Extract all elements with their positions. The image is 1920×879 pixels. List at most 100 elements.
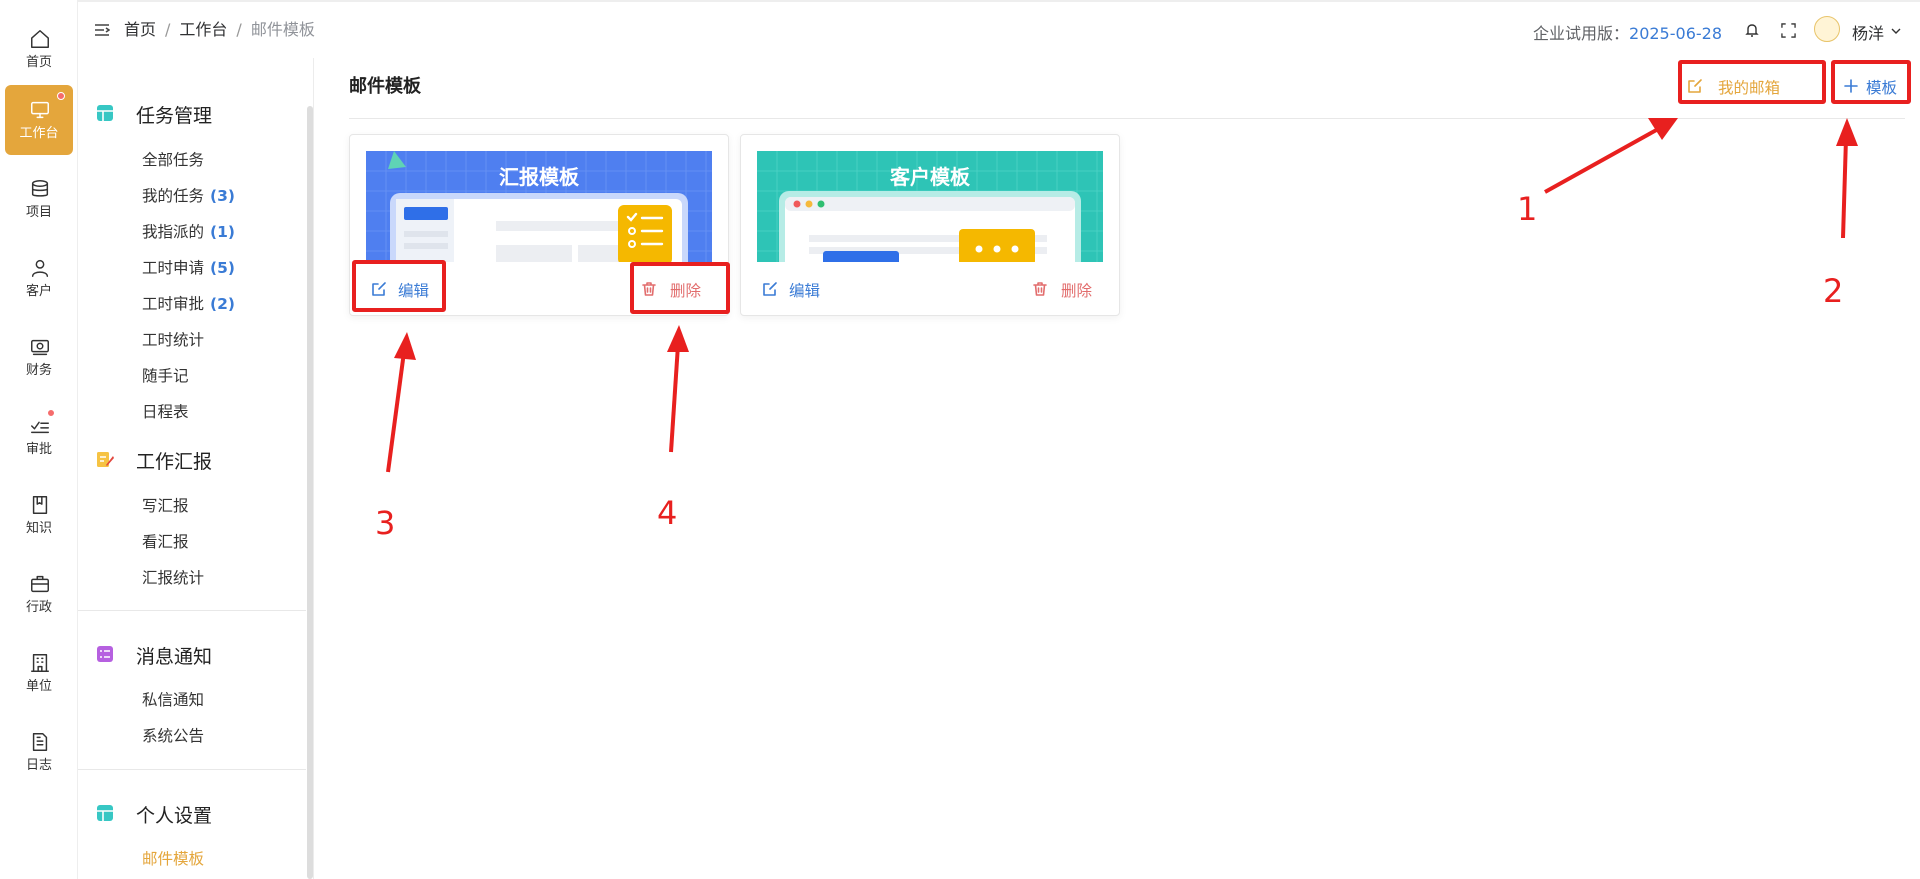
username[interactable]: 杨洋: [1852, 20, 1884, 44]
group-personal-settings[interactable]: 个人设置: [78, 798, 306, 828]
subnav-item-hour-approval[interactable]: 工时审批 (2): [142, 294, 235, 314]
checklist-icon: [31, 421, 49, 434]
group-title: 消息通知: [136, 646, 213, 668]
trash-icon: [1033, 282, 1047, 296]
title-divider: [349, 118, 1905, 119]
building-icon: [31, 654, 49, 672]
breadcrumb-separator: /: [165, 20, 171, 39]
bell-icon[interactable]: [1744, 22, 1760, 38]
rail-item-customer[interactable]: 客户: [5, 243, 73, 313]
trial-label: 企业试用版：: [1533, 24, 1630, 43]
template-name: 汇报模板: [499, 165, 579, 189]
template-name: 客户模板: [890, 165, 970, 189]
group-title: 个人设置: [136, 805, 213, 827]
notification-badge: [57, 92, 65, 100]
rail-item-home[interactable]: 首页: [5, 14, 73, 84]
breadcrumb-separator: /: [236, 20, 242, 39]
top-bar: 首页 / 工作台 / 邮件模板 企业试用版：2025-06-28 杨洋: [78, 0, 1920, 58]
icon-rail: 首页 工作台 项目 客户 财务 审批 知识 行政 单位 日志: [0, 0, 78, 879]
subnav-item-hour-request[interactable]: 工时申请 (5): [142, 258, 235, 278]
rail-item-admin[interactable]: 行政: [5, 559, 73, 629]
subnav-item-my-tasks[interactable]: 我的任务 (3): [142, 186, 235, 206]
rail-item-log[interactable]: 日志: [5, 717, 73, 787]
group-divider: [78, 610, 306, 611]
subnav-item-hour-stats[interactable]: 工时统计: [142, 330, 204, 350]
annotation-label-4: 4: [657, 494, 678, 532]
breadcrumb-current: 邮件模板: [250, 20, 315, 39]
subnav-item-announcement[interactable]: 系统公告: [142, 726, 204, 746]
annotation-label-2: 2: [1823, 272, 1844, 310]
rail-item-knowledge[interactable]: 知识: [5, 480, 73, 550]
rail-label: 首页: [25, 55, 52, 70]
avatar[interactable]: [1814, 16, 1840, 42]
app-window: 首页 工作台 项目 客户 财务 审批 知识 行政 单位 日志 首页 / 工作台 …: [0, 0, 1920, 879]
subnav-item-mail-template[interactable]: 邮件模板: [142, 849, 204, 869]
menu-fold-icon[interactable]: [94, 22, 110, 38]
page-title: 邮件模板: [349, 76, 421, 97]
rail-label: 日志: [25, 758, 52, 773]
book-icon: [32, 496, 48, 514]
count-badge: (3): [210, 187, 235, 205]
group-title: 工作汇报: [136, 451, 213, 473]
annotation-box-2: [1831, 60, 1911, 104]
delete-button[interactable]: 删除: [1019, 273, 1113, 305]
breadcrumb: 首页 / 工作台 / 邮件模板: [124, 19, 315, 41]
subnav-item-schedule[interactable]: 日程表: [142, 402, 189, 422]
user-icon: [31, 259, 49, 277]
group-messages[interactable]: 消息通知: [78, 639, 306, 669]
annotation-box-4: [630, 262, 730, 314]
rail-item-project[interactable]: 项目: [5, 164, 73, 234]
document-icon: [32, 733, 48, 751]
rail-label: 工作台: [19, 126, 59, 141]
rail-label: 单位: [25, 679, 52, 694]
subnav-item-all-tasks[interactable]: 全部任务: [142, 150, 204, 170]
group-work-report[interactable]: 工作汇报: [78, 444, 306, 474]
subnav-item-private-message[interactable]: 私信通知: [142, 690, 204, 710]
subnav-item-write-report[interactable]: 写汇报: [142, 496, 189, 516]
rail-item-approval[interactable]: 审批: [5, 401, 73, 471]
subnav-item-assigned[interactable]: 我指派的 (1): [142, 222, 235, 242]
rail-label: 行政: [25, 600, 52, 615]
annotation-label-3: 3: [375, 504, 396, 542]
rail-label: 财务: [25, 363, 52, 378]
group-divider: [78, 769, 306, 770]
subnav-item-view-report[interactable]: 看汇报: [142, 532, 189, 552]
count-badge: (5): [210, 259, 235, 277]
breadcrumb-workbench[interactable]: 工作台: [179, 20, 227, 39]
briefcase-icon: [31, 575, 49, 593]
rail-label: 知识: [25, 521, 52, 536]
rail-item-workbench[interactable]: 工作台: [5, 85, 73, 155]
edit-icon: [763, 282, 777, 296]
money-icon: [31, 339, 49, 356]
top-bar-actions: 企业试用版：2025-06-28 杨洋: [1500, 2, 1920, 60]
annotation-box-3: [352, 260, 446, 312]
annotation-box-1: [1678, 60, 1826, 104]
home-icon: [31, 30, 49, 48]
rail-item-unit[interactable]: 单位: [5, 638, 73, 708]
count-badge: (1): [210, 223, 235, 241]
main-content: 邮件模板 我的邮箱 模板 汇报模板 编辑 删除 客户模板 编辑 删除: [314, 58, 1920, 879]
breadcrumb-home[interactable]: 首页: [124, 20, 156, 39]
notepad-pen-icon: [97, 452, 114, 467]
settings-grid-icon: [97, 805, 113, 821]
group-task-management[interactable]: 任务管理: [78, 98, 306, 128]
annotation-label-1: 1: [1517, 190, 1538, 228]
monitor-icon: [31, 101, 49, 119]
database-icon: [31, 180, 49, 197]
edit-button[interactable]: 编辑: [747, 273, 841, 305]
grid-icon: [97, 105, 113, 121]
message-list-icon: [97, 646, 113, 662]
subnav-item-report-stats[interactable]: 汇报统计: [142, 568, 204, 588]
subnav-item-notes[interactable]: 随手记: [142, 366, 189, 386]
rail-label: 审批: [25, 442, 52, 457]
rail-item-finance[interactable]: 财务: [5, 322, 73, 392]
group-title: 任务管理: [136, 105, 213, 127]
fullscreen-icon[interactable]: [1781, 23, 1796, 38]
sidebar-scrollbar[interactable]: [307, 106, 313, 879]
secondary-sidebar: 任务管理 全部任务 我的任务 (3) 我指派的 (1) 工时申请 (5) 工时审批 (2…: [78, 58, 314, 879]
rail-label: 项目: [25, 205, 52, 220]
count-badge: (2): [210, 295, 235, 313]
rail-label: 客户: [25, 284, 52, 299]
template-card-customer: 客户模板 编辑 删除: [740, 134, 1120, 316]
chevron-down-icon[interactable]: [1890, 25, 1902, 37]
